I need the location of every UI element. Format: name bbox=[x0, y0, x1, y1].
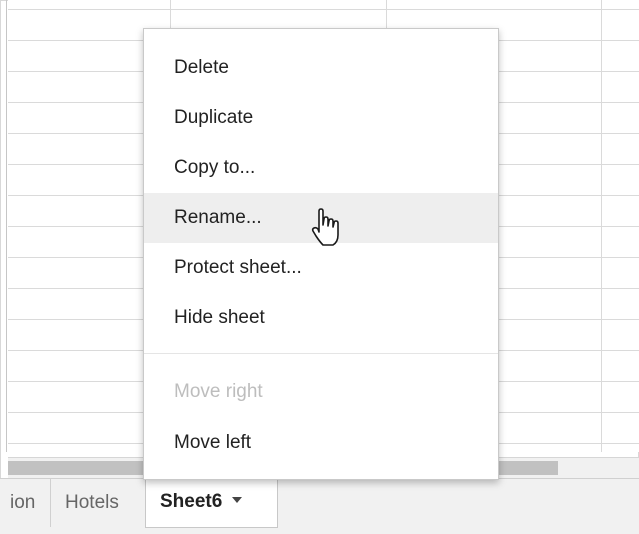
menu-item-move-left[interactable]: Move left bbox=[144, 418, 498, 468]
sheet-tab-partial[interactable]: ion bbox=[0, 479, 49, 527]
menu-item-hide-sheet[interactable]: Hide sheet bbox=[144, 293, 498, 343]
menu-item-protect-sheet[interactable]: Protect sheet... bbox=[144, 243, 498, 293]
grid-row-line bbox=[8, 9, 639, 10]
sheet-tab-active[interactable]: Sheet6 bbox=[145, 478, 278, 528]
menu-item-label: Rename... bbox=[174, 207, 262, 228]
sheet-tab-hotels[interactable]: Hotels bbox=[50, 479, 133, 527]
sheet-tab-label: Hotels bbox=[65, 492, 119, 513]
sheet-tab-label: Sheet6 bbox=[160, 491, 223, 512]
menu-separator bbox=[144, 353, 498, 354]
menu-item-delete[interactable]: Delete bbox=[144, 43, 498, 93]
menu-item-label: Duplicate bbox=[174, 107, 254, 128]
hand-pointer-icon bbox=[311, 208, 339, 246]
menu-item-label: Move right bbox=[174, 381, 263, 402]
menu-item-label: Copy to... bbox=[174, 157, 256, 178]
grid-left-border bbox=[6, 0, 7, 452]
menu-item-move-right: Move right bbox=[144, 367, 498, 417]
menu-item-label: Protect sheet... bbox=[174, 257, 302, 278]
caret-down-icon[interactable] bbox=[232, 496, 243, 503]
sheet-tab-label: ion bbox=[10, 492, 36, 513]
menu-item-label: Move left bbox=[174, 432, 252, 453]
menu-item-copy-to[interactable]: Copy to... bbox=[144, 143, 498, 193]
menu-item-duplicate[interactable]: Duplicate bbox=[144, 93, 498, 143]
sheet-context-menu: Delete Duplicate Copy to... Rename... Pr… bbox=[143, 28, 499, 480]
menu-item-label: Hide sheet bbox=[174, 307, 265, 328]
sheet-tab-bar: ion Hotels Sheet6 bbox=[0, 478, 639, 534]
menu-item-label: Delete bbox=[174, 57, 229, 78]
